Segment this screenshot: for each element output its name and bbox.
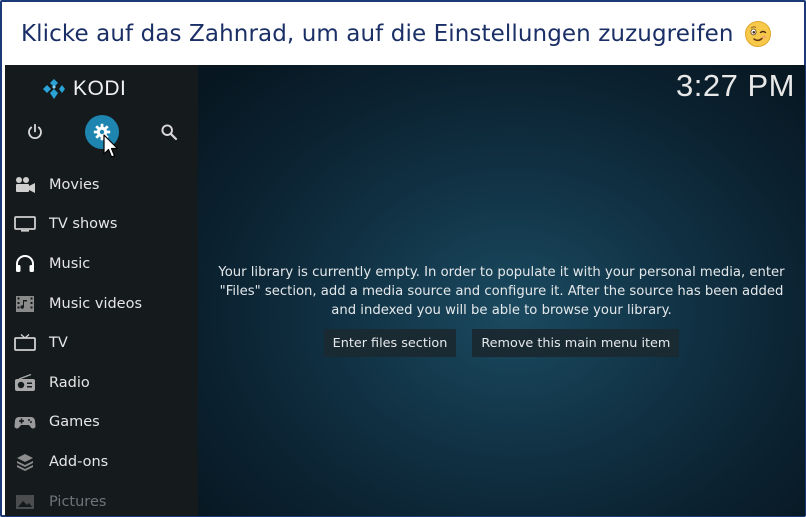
sidebar-item-label: Radio [49, 374, 90, 391]
sidebar-item-pictures[interactable]: Pictures [5, 482, 198, 516]
kodi-logo-icon [43, 79, 65, 99]
empty-library-message: Your library is currently empty. In orde… [218, 265, 785, 318]
search-icon [161, 124, 178, 141]
sidebar-item-label: Movies [49, 176, 100, 193]
gamepad-icon [13, 412, 37, 432]
tv-icon [13, 333, 37, 353]
sidebar-item-label: TV shows [49, 216, 118, 233]
monitor-icon [13, 214, 37, 234]
action-buttons: Enter files section Remove this main men… [198, 329, 805, 357]
clock: 3:27 PM [676, 68, 795, 103]
kodi-logo: KODI [43, 77, 126, 101]
sidebar-item-music-videos[interactable]: Music videos [5, 284, 198, 324]
pictures-icon [13, 492, 37, 512]
mouse-cursor-icon [103, 134, 119, 158]
sidebar-item-label: TV [49, 335, 68, 352]
power-button[interactable] [18, 115, 52, 149]
sidebar-item-label: Music [49, 255, 91, 272]
sidebar-item-label: Pictures [49, 493, 107, 510]
enter-files-section-button[interactable]: Enter files section [323, 329, 457, 357]
sidebar-item-tv[interactable]: TV [5, 323, 198, 363]
sidebar-item-label: Music videos [49, 295, 143, 312]
brand-name: KODI [73, 77, 127, 100]
remove-menu-item-button[interactable]: Remove this main menu item [472, 329, 680, 357]
instruction-banner: Klicke auf das Zahnrad, um auf die Einst… [5, 5, 803, 63]
screenshot-frame: Klicke auf das Zahnrad, um auf die Einst… [0, 0, 806, 517]
sidebar-item-games[interactable]: Games [5, 403, 198, 443]
search-button[interactable] [152, 115, 186, 149]
power-icon [28, 123, 42, 139]
addons-box-icon [13, 452, 37, 472]
sidebar-item-label: Games [49, 414, 100, 431]
main-menu: Movies TV shows Music Music videos TV Ra… [5, 165, 198, 516]
sidebar-item-movies[interactable]: Movies [5, 165, 198, 205]
radio-icon [13, 373, 37, 393]
film-strip-icon [13, 294, 37, 314]
movie-camera-icon [13, 175, 37, 195]
sidebar-item-label: Add-ons [49, 453, 109, 470]
winking-face-emoji-icon [744, 21, 771, 47]
banner-text: Klicke auf das Zahnrad, um auf die Einst… [21, 21, 734, 47]
sidebar-item-add-ons[interactable]: Add-ons [5, 442, 198, 482]
sidebar: KODI Movies TV shows Music Music videos … [5, 65, 198, 516]
main-content: 3:27 PM Your library is currently empty.… [198, 65, 805, 516]
sidebar-item-tv-shows[interactable]: TV shows [5, 205, 198, 245]
headphones-icon [13, 254, 37, 274]
sidebar-item-music[interactable]: Music [5, 244, 198, 284]
sidebar-item-radio[interactable]: Radio [5, 363, 198, 403]
kodi-window: KODI Movies TV shows Music Music videos … [5, 65, 805, 516]
